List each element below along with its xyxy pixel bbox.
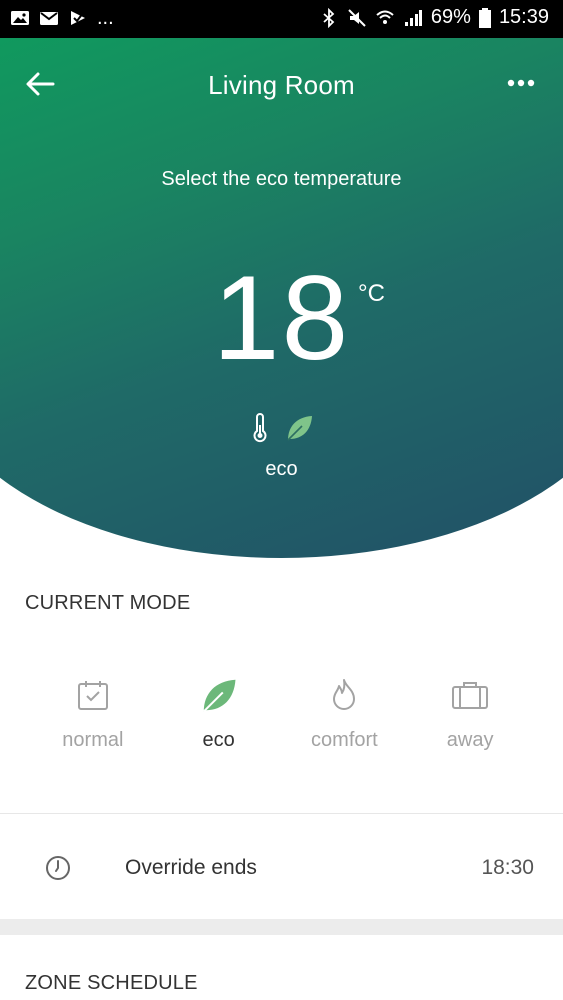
mode-away[interactable]: away	[407, 675, 533, 765]
mode-label: comfort	[311, 729, 378, 751]
clock-icon	[46, 856, 70, 880]
thermometer-icon	[253, 413, 266, 443]
hero-subtitle: Select the eco temperature	[161, 168, 402, 190]
hero-header: Living Room Select the eco temperature 1…	[0, 38, 563, 558]
clock-time: 15:39	[498, 6, 549, 28]
signal-icon	[404, 9, 422, 26]
leaf-icon	[202, 679, 236, 713]
leaf-icon	[286, 416, 312, 441]
mute-icon	[348, 8, 366, 27]
override-row[interactable]: Override ends 18:30	[0, 815, 563, 919]
more-menu-button[interactable]	[501, 68, 541, 98]
divider	[0, 813, 563, 814]
battery-icon	[478, 7, 491, 28]
temperature-value: 18	[212, 251, 351, 385]
hero-mode-label: eco	[265, 458, 298, 480]
temperature-unit: °C	[358, 280, 385, 307]
status-bar: ... 69% 15:39	[0, 0, 563, 38]
suitcase-icon	[452, 682, 489, 709]
override-label: Override ends	[125, 856, 257, 879]
flame-icon	[333, 679, 356, 710]
calendar-icon	[77, 681, 108, 710]
mode-selector: normal eco comfort away	[30, 675, 533, 765]
image-icon	[11, 11, 29, 25]
mode-normal[interactable]: normal	[30, 675, 156, 765]
mode-label: away	[446, 729, 494, 751]
mode-label: normal	[62, 729, 124, 751]
mode-eco[interactable]: eco	[156, 675, 282, 765]
more-dots-icon	[507, 79, 535, 87]
current-mode-title: CURRENT MODE	[25, 592, 191, 614]
mode-comfort[interactable]: comfort	[282, 675, 408, 765]
zone-schedule-title: ZONE SCHEDULE	[25, 972, 198, 994]
wifi-icon	[376, 10, 394, 24]
page-title: Living Room	[208, 70, 355, 100]
section-separator	[0, 919, 563, 935]
hero-mode-icons	[0, 413, 563, 443]
bluetooth-icon	[323, 7, 335, 28]
override-value: 18:30	[481, 856, 534, 879]
mail-icon	[40, 12, 58, 25]
mode-label: eco	[202, 729, 235, 751]
battery-percent: 69%	[430, 6, 471, 28]
more-notifications: ...	[97, 7, 114, 29]
temperature-display[interactable]: 18	[0, 248, 563, 388]
checkmark-icon	[71, 11, 85, 25]
